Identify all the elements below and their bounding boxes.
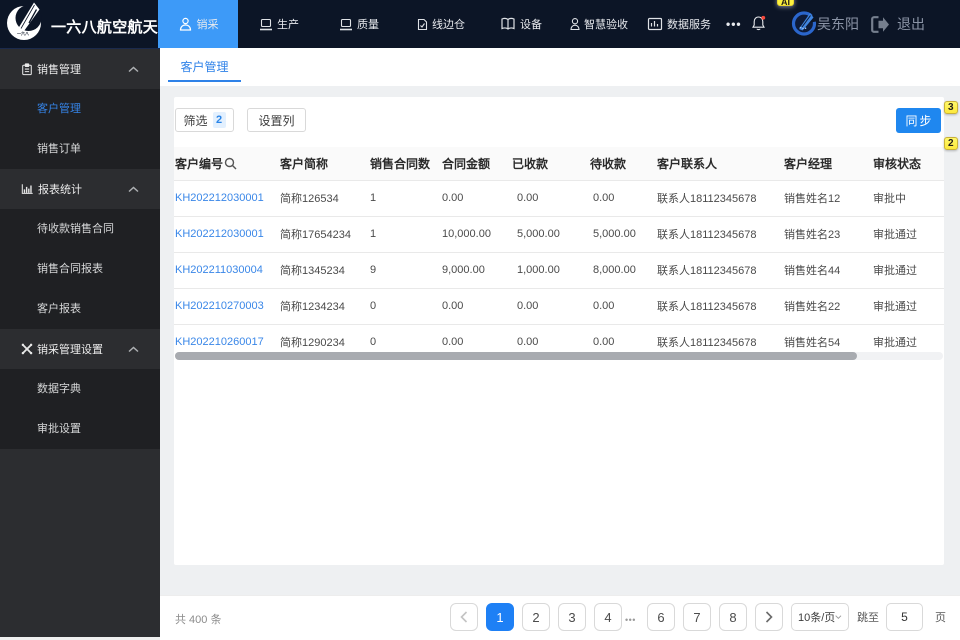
svg-text:一六八: 一六八 bbox=[17, 30, 30, 36]
